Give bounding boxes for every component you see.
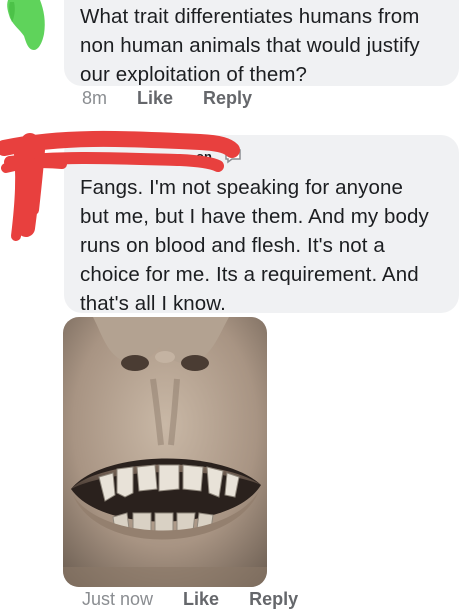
- comment-line: non human animals that would justify: [80, 34, 420, 57]
- reply-button[interactable]: Reply: [203, 88, 252, 109]
- redacted-avatar-green: [7, 0, 45, 50]
- comment-line: What trait differentiates humans from: [80, 5, 420, 28]
- comment-actions: Just now Like Reply: [82, 589, 298, 610]
- like-button[interactable]: Like: [137, 88, 173, 109]
- reply-button[interactable]: Reply: [249, 589, 298, 610]
- comment-actions: 8m Like Reply: [82, 88, 252, 109]
- comment-photo[interactable]: [63, 317, 267, 587]
- smiling-mouth-photo-icon: [63, 317, 267, 587]
- comment-line: our exploitation of them?: [80, 63, 307, 86]
- comment-line: that's all I know.: [80, 292, 226, 315]
- comment-bubble: What trait differentiates humans from no…: [64, 0, 459, 86]
- comment-text: What trait differentiates humans from no…: [80, 2, 443, 89]
- comment-line: choice for me. Its a requirement. And: [80, 263, 419, 286]
- redacted-name-scribble: [0, 130, 240, 241]
- like-button[interactable]: Like: [183, 589, 219, 610]
- comment-timestamp[interactable]: 8m: [82, 88, 107, 109]
- comment-timestamp[interactable]: Just now: [82, 589, 153, 610]
